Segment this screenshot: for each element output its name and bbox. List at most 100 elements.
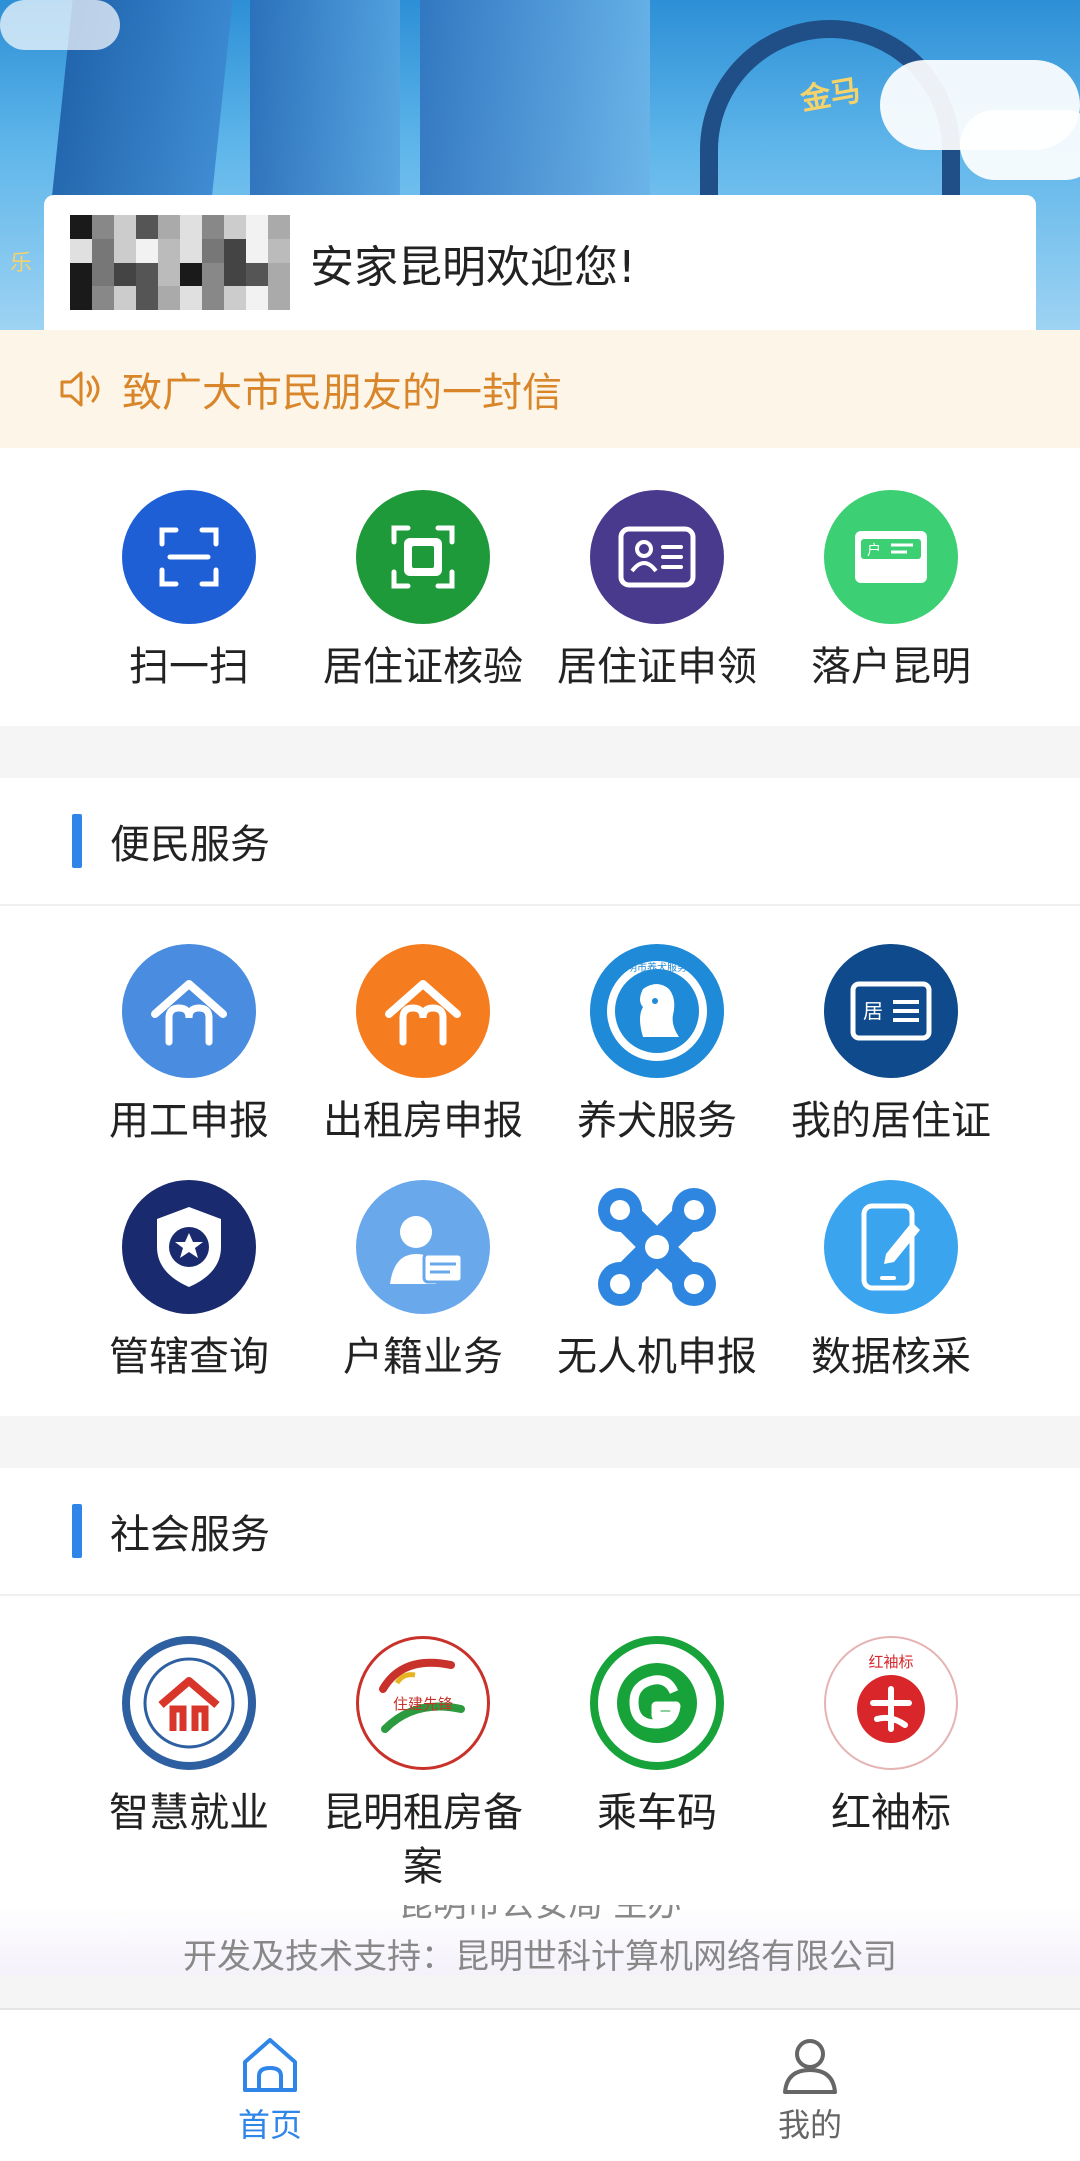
service-label: 出租房申报 bbox=[323, 1098, 523, 1144]
hero-side-text: 乐 bbox=[10, 251, 33, 276]
avatar-pixel bbox=[114, 262, 136, 287]
user-icon bbox=[783, 2039, 837, 2094]
service-label: 数据核采 bbox=[811, 1334, 971, 1380]
tab-label: 我的 bbox=[777, 2106, 842, 2144]
tab-label: 首页 bbox=[237, 2106, 302, 2144]
avatar-pixel bbox=[202, 238, 224, 263]
quick-action-verify[interactable]: 居住证核验 bbox=[306, 490, 540, 694]
service-employment-report[interactable]: 用工申报 bbox=[72, 944, 306, 1148]
quick-action-apply[interactable]: 居住证申领 bbox=[540, 490, 774, 694]
avatar-pixel bbox=[180, 215, 202, 239]
service-data-collection[interactable]: 数据核采 bbox=[774, 1180, 1008, 1384]
service-label: 管辖查询 bbox=[109, 1334, 269, 1380]
avatar-pixel bbox=[246, 262, 268, 287]
verify-scan-icon bbox=[356, 490, 490, 624]
building-illustration bbox=[420, 0, 650, 200]
section-header: 社会服务 bbox=[0, 1468, 1080, 1596]
service-jurisdiction-query[interactable]: 管辖查询 bbox=[72, 1180, 306, 1384]
welcome-card: 安家昆明欢迎您! bbox=[44, 195, 1036, 330]
phone-edit-icon bbox=[824, 1180, 958, 1314]
service-my-residence-permit[interactable]: 居 我的居住证 bbox=[774, 944, 1008, 1148]
notice-text: 致广大市民朋友的一封信 bbox=[122, 370, 562, 416]
avatar-pixel bbox=[246, 215, 268, 239]
avatar-pixel bbox=[180, 238, 202, 263]
service-label: 我的居住证 bbox=[791, 1098, 991, 1144]
tab-home[interactable]: 首页 bbox=[0, 2010, 540, 2161]
avatar-pixel bbox=[224, 215, 246, 239]
svg-text:昆明市养犬服务通: 昆明市养犬服务通 bbox=[617, 961, 697, 974]
service-label: 户籍业务 bbox=[343, 1334, 503, 1380]
svg-text:住建先锋: 住建先锋 bbox=[393, 1695, 453, 1713]
scan-icon bbox=[122, 490, 256, 624]
section-accent-bar bbox=[72, 814, 82, 868]
footer-developer: 开发及技术支持：昆明世科计算机网络有限公司 bbox=[183, 1937, 897, 1975]
service-household-registration[interactable]: 户籍业务 bbox=[306, 1180, 540, 1384]
building-illustration bbox=[250, 0, 400, 200]
person-card-icon bbox=[356, 1180, 490, 1314]
footer-organizer: 昆明市公安局 主办 bbox=[398, 1905, 682, 1925]
service-label: 红袖标 bbox=[831, 1790, 951, 1836]
avatar[interactable] bbox=[70, 215, 290, 310]
avatar-pixel bbox=[158, 238, 180, 263]
avatar-pixel bbox=[224, 238, 246, 263]
service-rental-report[interactable]: 出租房申报 bbox=[306, 944, 540, 1148]
social-services-section: 社会服务 智慧就业 住建先锋 昆明租房备案 乘车码 红袖标 红袖标 bbox=[0, 1468, 1080, 1905]
service-label: 用工申报 bbox=[109, 1098, 269, 1144]
red-armband-icon: 红袖标 bbox=[824, 1636, 958, 1770]
quick-action-label: 居住证申领 bbox=[557, 644, 757, 690]
service-drone-report[interactable]: 无人机申报 bbox=[540, 1180, 774, 1384]
avatar-pixel bbox=[224, 262, 246, 287]
quick-action-scan[interactable]: 扫一扫 bbox=[72, 490, 306, 694]
household-card-icon: 户 bbox=[824, 490, 958, 624]
avatar-pixel bbox=[268, 215, 290, 239]
quick-actions: 扫一扫 居住证核验 居住证申领 户 落户昆明 bbox=[0, 448, 1080, 726]
convenience-services-section: 便民服务 用工申报 出租房申报 昆明市养犬服务通 养犬服务 居 我的居住证 管辖… bbox=[0, 778, 1080, 1416]
avatar-pixel bbox=[202, 262, 224, 287]
avatar-pixel bbox=[246, 286, 268, 310]
quick-action-settle[interactable]: 户 落户昆明 bbox=[774, 490, 1008, 694]
cloud-illustration bbox=[0, 0, 120, 50]
service-label: 乘车码 bbox=[597, 1790, 717, 1836]
avatar-pixel bbox=[158, 286, 180, 310]
service-label: 无人机申报 bbox=[557, 1334, 757, 1380]
avatar-pixel bbox=[202, 286, 224, 310]
service-red-armband[interactable]: 红袖标 红袖标 bbox=[774, 1636, 1008, 1894]
residence-card-icon: 居 bbox=[824, 944, 958, 1078]
service-dog[interactable]: 昆明市养犬服务通 养犬服务 bbox=[540, 944, 774, 1148]
svg-text:红袖标: 红袖标 bbox=[868, 1653, 913, 1671]
avatar-pixel bbox=[114, 215, 136, 239]
section-accent-bar bbox=[72, 1504, 82, 1558]
employment-logo-icon bbox=[122, 1636, 256, 1770]
avatar-pixel bbox=[114, 286, 136, 310]
avatar-pixel bbox=[92, 215, 114, 239]
police-badge-icon bbox=[122, 1180, 256, 1314]
quick-action-label: 居住证核验 bbox=[323, 644, 523, 690]
avatar-pixel bbox=[70, 286, 92, 310]
svg-text:居: 居 bbox=[863, 999, 883, 1023]
notice-bar[interactable]: 致广大市民朋友的一封信 bbox=[0, 330, 1080, 448]
service-smart-employment[interactable]: 智慧就业 bbox=[72, 1636, 306, 1894]
service-label: 智慧就业 bbox=[109, 1790, 269, 1836]
section-title: 社会服务 bbox=[110, 1512, 270, 1558]
avatar-pixel bbox=[136, 238, 158, 263]
bottom-tab-bar: 首页 我的 bbox=[0, 2008, 1080, 2161]
section-header: 便民服务 bbox=[0, 778, 1080, 906]
avatar-pixel bbox=[92, 262, 114, 287]
avatar-pixel bbox=[158, 215, 180, 239]
avatar-pixel bbox=[202, 215, 224, 239]
dog-icon: 昆明市养犬服务通 bbox=[590, 944, 724, 1078]
service-rental-filing[interactable]: 住建先锋 昆明租房备案 bbox=[306, 1636, 540, 1894]
avatar-pixel bbox=[114, 238, 136, 263]
avatar-pixel bbox=[268, 286, 290, 310]
avatar-pixel bbox=[136, 262, 158, 287]
service-label: 养犬服务 bbox=[577, 1098, 737, 1144]
avatar-pixel bbox=[268, 262, 290, 287]
service-bus-code[interactable]: 乘车码 bbox=[540, 1636, 774, 1894]
avatar-pixel bbox=[268, 238, 290, 263]
avatar-pixel bbox=[136, 286, 158, 310]
avatar-pixel bbox=[70, 238, 92, 263]
drone-icon bbox=[590, 1180, 724, 1314]
tab-mine[interactable]: 我的 bbox=[540, 2010, 1080, 2161]
bus-code-icon bbox=[590, 1636, 724, 1770]
cloud-illustration bbox=[960, 110, 1080, 180]
